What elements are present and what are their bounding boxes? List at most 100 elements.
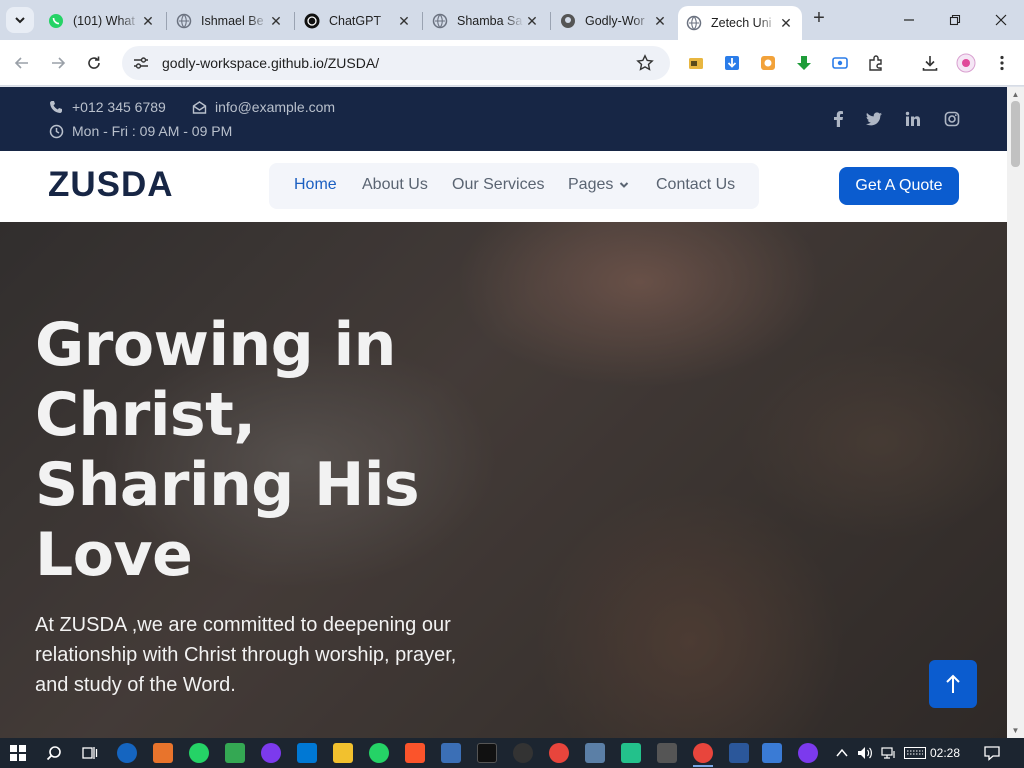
bookmark-star-icon[interactable]: [636, 54, 656, 72]
contact-topbar: +012 345 6789 info@example.com Mon - Fri…: [0, 87, 1007, 151]
close-icon[interactable]: ✕: [268, 13, 284, 29]
tab-whatsapp[interactable]: (101) What ✕: [40, 6, 164, 36]
hero-description: At ZUSDA ,we are committed to deepening …: [35, 614, 457, 696]
whatsapp-icon[interactable]: [189, 743, 209, 763]
arrow-left-icon: [14, 57, 28, 69]
chrome-icon[interactable]: [693, 743, 713, 763]
nav-link-services[interactable]: Our Services: [452, 176, 544, 194]
brave-browser-icon[interactable]: [405, 743, 425, 763]
minimize-icon: [904, 19, 914, 21]
app-icon[interactable]: [657, 743, 677, 763]
chevron-up-icon[interactable]: [832, 743, 852, 763]
hero-heading: Growing in Christ, Sharing His Love: [35, 310, 420, 590]
scroll-up-arrow[interactable]: ▲: [1011, 90, 1020, 99]
tiktok-icon[interactable]: [477, 743, 497, 763]
back-button[interactable]: [10, 51, 34, 75]
minimize-button[interactable]: [886, 0, 932, 40]
restore-button[interactable]: [932, 0, 978, 40]
forward-button[interactable]: [46, 51, 70, 75]
get-quote-button[interactable]: Get A Quote: [839, 167, 959, 205]
scrollbar-thumb[interactable]: [1011, 101, 1020, 167]
task-view-icon[interactable]: [80, 743, 100, 763]
arrow-right-icon: [52, 57, 66, 69]
tab-title: Shamba Sa: [457, 14, 523, 28]
system-clock[interactable]: 02:28: [930, 746, 960, 760]
new-tab-button[interactable]: +: [808, 8, 830, 30]
linkedin-icon[interactable]: [903, 109, 923, 129]
address-bar[interactable]: godly-workspace.github.io/ZUSDA/: [122, 46, 670, 80]
reload-button[interactable]: [82, 51, 106, 75]
tab-search-button[interactable]: [6, 7, 34, 33]
close-window-button[interactable]: [978, 0, 1024, 40]
extension-icon[interactable]: [686, 53, 706, 73]
nav-link-contact[interactable]: Contact Us: [656, 176, 735, 194]
app-icon[interactable]: [621, 743, 641, 763]
word-icon[interactable]: [729, 743, 749, 763]
active-app-indicator: [693, 765, 713, 767]
chevron-down-icon: [620, 182, 629, 188]
instagram-icon[interactable]: [942, 109, 962, 129]
tab-title: Zetech Uni: [711, 16, 772, 30]
email-address[interactable]: info@example.com: [215, 99, 335, 115]
tab-github[interactable]: Godly-Wor ✕: [552, 6, 676, 36]
app-icon[interactable]: [762, 743, 782, 763]
browser-toolbar: godly-workspace.github.io/ZUSDA/: [0, 40, 1024, 86]
scroll-down-arrow[interactable]: ▼: [1011, 726, 1020, 735]
windows-taskbar: 02:28: [0, 738, 1024, 768]
app-icon[interactable]: [441, 743, 461, 763]
downloads-icon[interactable]: [920, 53, 940, 73]
github-icon[interactable]: [513, 743, 533, 763]
profile-avatar[interactable]: [956, 53, 976, 73]
close-icon[interactable]: ✕: [652, 13, 668, 29]
site-logo[interactable]: ZUSDA: [48, 165, 174, 205]
globe-icon: [686, 15, 702, 31]
chrome-icon[interactable]: [549, 743, 569, 763]
page-scrollbar[interactable]: ▲ ▼: [1007, 87, 1024, 738]
url-text[interactable]: godly-workspace.github.io/ZUSDA/: [162, 55, 636, 71]
nav-link-about[interactable]: About Us: [362, 176, 428, 194]
edge-browser-icon[interactable]: [117, 743, 137, 763]
file-explorer-icon[interactable]: [333, 743, 353, 763]
windows-start-icon[interactable]: [8, 743, 28, 763]
tab-zetech-active[interactable]: Zetech Uni ✕: [678, 6, 802, 40]
volume-icon[interactable]: [855, 743, 875, 763]
calculator-icon[interactable]: [225, 743, 245, 763]
chatgpt-icon: [304, 13, 320, 29]
nav-dropdown-pages[interactable]: Pages: [568, 176, 629, 194]
close-icon[interactable]: ✕: [396, 13, 412, 29]
nav-link-home[interactable]: Home: [294, 176, 337, 194]
extensions-puzzle-icon[interactable]: [866, 53, 886, 73]
tab-ishmael[interactable]: Ishmael Be ✕: [168, 6, 292, 36]
keyboard-icon[interactable]: [903, 743, 927, 763]
phone-number[interactable]: +012 345 6789: [72, 99, 166, 115]
email-row: info@example.com: [191, 99, 335, 115]
twitter-icon[interactable]: [864, 109, 884, 129]
screen-capture-icon[interactable]: [830, 53, 850, 73]
download-manager-icon[interactable]: [722, 53, 742, 73]
close-icon[interactable]: ✕: [778, 15, 794, 31]
extension-icon[interactable]: [758, 53, 778, 73]
app-icon[interactable]: [153, 743, 173, 763]
tab-chatgpt[interactable]: ChatGPT ✕: [296, 6, 420, 36]
app-icon[interactable]: [798, 743, 818, 763]
download-arrow-icon[interactable]: [794, 53, 814, 73]
network-icon[interactable]: [879, 743, 899, 763]
whatsapp-icon[interactable]: [369, 743, 389, 763]
tab-separator: [422, 12, 423, 30]
search-icon[interactable]: [44, 743, 64, 763]
close-icon[interactable]: ✕: [140, 13, 156, 29]
vscode-icon[interactable]: [297, 743, 317, 763]
facebook-icon[interactable]: [828, 109, 848, 129]
browser-menu-icon[interactable]: [992, 53, 1012, 73]
globe-icon: [176, 13, 192, 29]
close-icon[interactable]: ✕: [524, 13, 540, 29]
nav-dropdown-label: Pages: [568, 176, 614, 193]
close-icon: [995, 14, 1007, 26]
app-icon[interactable]: [585, 743, 605, 763]
notification-icon[interactable]: [982, 743, 1002, 763]
app-icon[interactable]: [261, 743, 281, 763]
back-to-top-button[interactable]: [929, 660, 977, 708]
tab-separator: [550, 12, 551, 30]
site-settings-icon[interactable]: [132, 54, 152, 72]
tab-shamba[interactable]: Shamba Sa ✕: [424, 6, 548, 36]
